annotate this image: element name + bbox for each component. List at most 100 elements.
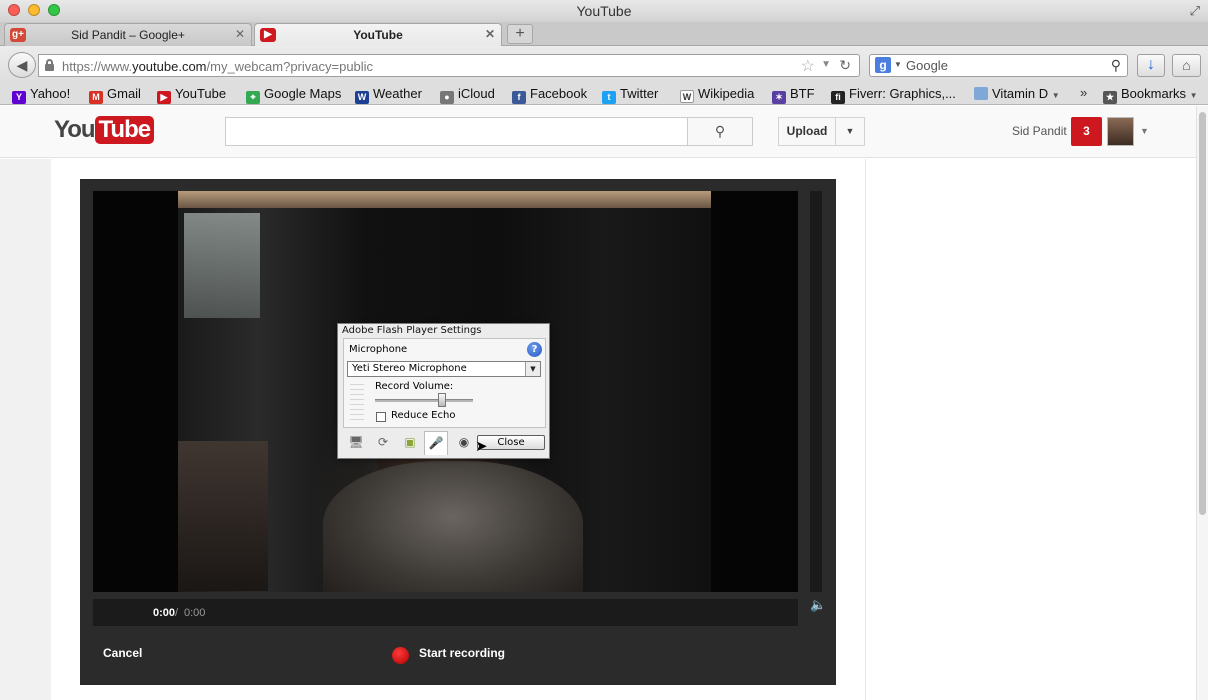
reload-icon[interactable]: ↻ bbox=[839, 57, 851, 74]
bookmark-star-icon[interactable]: ☆ bbox=[801, 56, 815, 76]
bookmark-facebook[interactable]: f Facebook bbox=[512, 86, 587, 104]
bookmark-youtube[interactable]: ▶ YouTube bbox=[157, 86, 226, 104]
chevron-down-icon: ▼ bbox=[1051, 91, 1060, 100]
bookmark-yahoo[interactable]: Y Yahoo! bbox=[12, 86, 70, 104]
tab-close-icon[interactable]: ✕ bbox=[235, 27, 245, 41]
folder-icon bbox=[974, 87, 988, 100]
settings-tabs: 🖥 ⟳ ▣ 🎤 ◉ bbox=[342, 431, 476, 455]
upload-button[interactable]: Upload bbox=[778, 117, 836, 146]
bookmark-gmail[interactable]: M Gmail bbox=[89, 86, 141, 104]
search-icon: ⚲ bbox=[714, 123, 726, 139]
cancel-button[interactable]: Cancel bbox=[103, 646, 142, 660]
youtube-search-input[interactable] bbox=[225, 117, 688, 146]
google-icon[interactable]: g bbox=[875, 57, 891, 73]
storage-icon: ▣ bbox=[404, 435, 416, 449]
search-icon[interactable]: ⚲ bbox=[1111, 57, 1121, 74]
time-current: 0:00 bbox=[153, 607, 176, 619]
engine-dropdown-icon[interactable]: ▼ bbox=[894, 60, 902, 69]
section-title: Microphone bbox=[349, 344, 408, 355]
local-storage-tab[interactable]: ⟳ bbox=[371, 431, 395, 455]
lock-icon bbox=[45, 59, 54, 71]
microphone-icon: 🎤 bbox=[428, 436, 444, 450]
search-placeholder: Google bbox=[906, 58, 948, 73]
upload-dropdown-button[interactable]: ▼ bbox=[835, 117, 865, 146]
help-icon[interactable]: ? bbox=[527, 342, 542, 357]
record-volume-slider[interactable] bbox=[375, 399, 473, 402]
youtube-search-button[interactable]: ⚲ bbox=[687, 117, 753, 146]
avatar[interactable] bbox=[1107, 117, 1134, 146]
scrollbar-thumb[interactable] bbox=[1199, 112, 1206, 515]
tab-google-plus[interactable]: g+ Sid Pandit – Google+ ✕ bbox=[4, 23, 252, 46]
microphone-selected: Yeti Stereo Microphone bbox=[352, 363, 467, 374]
tab-label: YouTube bbox=[353, 28, 403, 42]
bookmark-twitter[interactable]: t Twitter bbox=[602, 86, 658, 104]
window-titlebar: YouTube ⤢ bbox=[0, 0, 1208, 22]
chevron-down-icon[interactable]: ▼ bbox=[1140, 126, 1149, 136]
tab-close-icon[interactable]: ✕ bbox=[485, 27, 495, 41]
yahoo-icon: Y bbox=[12, 91, 26, 104]
microphone-tab[interactable]: 🎤 bbox=[424, 431, 448, 455]
home-button[interactable]: ⌂ bbox=[1172, 54, 1201, 77]
bookmark-fiverr[interactable]: fi Fiverr: Graphics,... bbox=[831, 86, 956, 104]
chevron-down-icon[interactable]: ▼ bbox=[525, 362, 540, 376]
chevron-down-icon: ▼ bbox=[845, 126, 855, 136]
navigation-bar: ◀ https://www.youtube.com/my_webcam?priv… bbox=[0, 46, 1208, 83]
record-icon[interactable] bbox=[392, 647, 409, 664]
dialog-title: Adobe Flash Player Settings bbox=[342, 325, 482, 336]
time-total: 0:00 bbox=[184, 607, 206, 619]
bookmark-icloud[interactable]: ● iCloud bbox=[440, 86, 495, 104]
start-recording-button[interactable]: Start recording bbox=[419, 646, 505, 660]
volume-icon[interactable]: 🔈 bbox=[810, 597, 826, 613]
reduce-echo-label: Reduce Echo bbox=[391, 410, 456, 421]
bookmarks-bar: Y Yahoo! M Gmail ▶ YouTube ⌖ Google Maps W We… bbox=[0, 83, 1208, 105]
local-storage-icon: ⟳ bbox=[377, 435, 389, 449]
bookmark-btf[interactable]: ✶ BTF bbox=[772, 86, 815, 104]
audio-level-meter bbox=[810, 191, 822, 592]
camera-icon: ◉ bbox=[458, 435, 470, 449]
camera-tab[interactable]: ◉ bbox=[452, 431, 476, 455]
flash-settings-dialog: Adobe Flash Player Settings Microphone ?… bbox=[337, 323, 550, 459]
youtube-masthead: You Tube ⚲ Upload ▼ Sid Pandit 3 ▼ bbox=[0, 106, 1196, 158]
storage-tab[interactable]: ▣ bbox=[398, 431, 422, 455]
back-button[interactable]: ◀ bbox=[8, 52, 36, 78]
gmail-icon: M bbox=[89, 91, 103, 104]
history-dropdown-icon[interactable]: ▼ bbox=[821, 59, 831, 70]
bookmark-google-maps[interactable]: ⌖ Google Maps bbox=[246, 86, 341, 104]
bookmark-weather[interactable]: W Weather bbox=[355, 86, 422, 104]
user-name[interactable]: Sid Pandit bbox=[1012, 124, 1067, 138]
twc-icon: W bbox=[355, 91, 369, 104]
btf-icon: ✶ bbox=[772, 91, 786, 104]
reduce-echo-checkbox[interactable] bbox=[376, 412, 386, 422]
bookmark-wikipedia[interactable]: W Wikipedia bbox=[680, 86, 754, 103]
bookmarks-menu[interactable]: ★ Bookmarks ▼ bbox=[1103, 86, 1198, 104]
bookmarks-icon: ★ bbox=[1103, 91, 1117, 104]
right-sidebar bbox=[865, 159, 1196, 700]
record-volume-label: Record Volume: bbox=[375, 381, 454, 392]
search-field[interactable]: g ▼ Google ⚲ bbox=[869, 54, 1128, 77]
wikipedia-icon: W bbox=[680, 90, 694, 103]
apple-icon: ● bbox=[440, 91, 454, 104]
url-text[interactable]: https://www.youtube.com/my_webcam?privac… bbox=[62, 59, 373, 74]
mic-level-meter bbox=[350, 380, 364, 424]
chevron-down-icon: ▼ bbox=[1189, 91, 1198, 100]
record-volume-thumb[interactable] bbox=[437, 393, 446, 407]
facebook-icon: f bbox=[512, 91, 526, 104]
privacy-tab[interactable]: 🖥 bbox=[344, 431, 368, 455]
fullscreen-icon[interactable]: ⤢ bbox=[1190, 3, 1200, 19]
new-tab-button[interactable]: + bbox=[507, 24, 533, 44]
downloads-button[interactable]: ↓ bbox=[1137, 54, 1165, 77]
youtube-logo[interactable]: You Tube bbox=[54, 116, 155, 146]
address-bar[interactable]: https://www.youtube.com/my_webcam?privac… bbox=[38, 54, 860, 77]
more-bookmarks-icon[interactable]: » bbox=[1080, 85, 1087, 100]
window-title: YouTube bbox=[576, 3, 632, 19]
microphone-select[interactable]: Yeti Stereo Microphone ▼ bbox=[347, 361, 541, 377]
tab-youtube[interactable]: ▶ YouTube ✕ bbox=[254, 23, 502, 46]
maps-icon: ⌖ bbox=[246, 91, 260, 104]
bookmark-folder-vitamin-d[interactable]: Vitamin D ▼ bbox=[974, 86, 1060, 101]
tab-bar: g+ Sid Pandit – Google+ ✕ ▶ YouTube ✕ + bbox=[0, 22, 1208, 46]
notification-badge[interactable]: 3 bbox=[1071, 117, 1102, 146]
youtube-icon: ▶ bbox=[157, 91, 171, 104]
twitter-icon: t bbox=[602, 91, 616, 104]
microphone-panel: Microphone ? Yeti Stereo Microphone ▼ Re… bbox=[343, 338, 546, 428]
fiverr-icon: fi bbox=[831, 91, 845, 104]
